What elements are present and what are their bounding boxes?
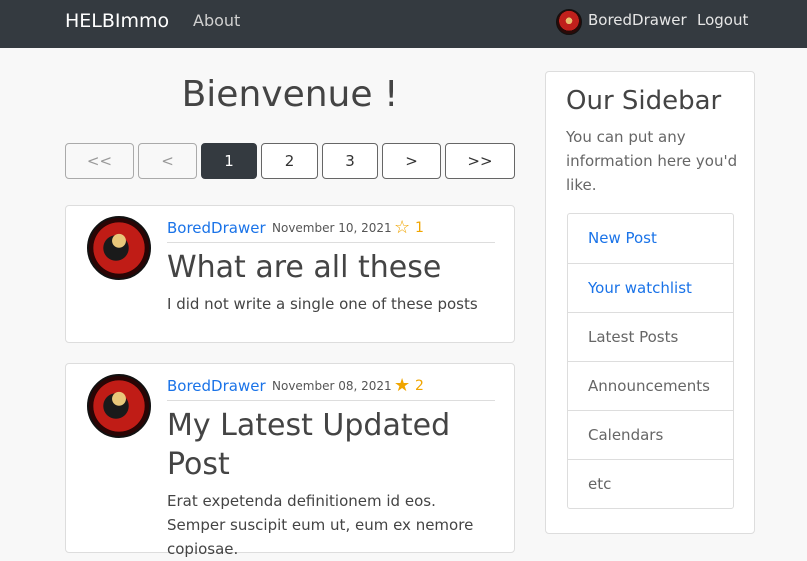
top-navbar: HELBImmo About BoredDrawer Logout (0, 0, 807, 48)
post-date: November 08, 2021 (272, 379, 392, 393)
sidebar-item-calendars: Calendars (568, 410, 733, 459)
post-card: BoredDrawer November 10, 2021 ☆ 1 What a… (65, 205, 515, 343)
prev-page-button[interactable]: < (138, 143, 197, 179)
sidebar: Our Sidebar You can put any information … (545, 71, 755, 534)
sidebar-text: You can put any information here you'd l… (566, 128, 738, 194)
username-link[interactable]: BoredDrawer (588, 11, 687, 29)
post-title[interactable]: My Latest Updated Post (167, 406, 497, 484)
sidebar-item-announcements: Announcements (568, 361, 733, 410)
author-avatar (87, 216, 151, 280)
page-title: Bienvenue ! (181, 74, 399, 115)
last-page-button[interactable]: >> (445, 143, 515, 179)
sidebar-item-new-post[interactable]: New Post (568, 214, 733, 263)
post-meta: BoredDrawer November 08, 2021 ★ 2 (167, 375, 495, 401)
sidebar-list: New Post Your watchlist Latest Posts Ann… (567, 213, 734, 509)
brand-link[interactable]: HELBImmo (65, 10, 169, 32)
first-page-button[interactable]: << (65, 143, 134, 179)
next-page-button[interactable]: > (382, 143, 441, 179)
post-rating: 2 (415, 378, 424, 394)
post-rating: 1 (415, 220, 424, 236)
sidebar-title: Our Sidebar (566, 86, 722, 116)
sidebar-item-etc: etc (568, 459, 733, 508)
logout-link[interactable]: Logout (697, 11, 748, 29)
post-author-link[interactable]: BoredDrawer (167, 219, 266, 237)
post-author-link[interactable]: BoredDrawer (167, 377, 266, 395)
sidebar-item-watchlist[interactable]: Your watchlist (568, 263, 733, 312)
about-link[interactable]: About (193, 11, 240, 30)
post-title[interactable]: What are all these (167, 248, 497, 287)
star-outline-icon[interactable]: ☆ (394, 217, 410, 238)
post-body: I did not write a single one of these po… (167, 295, 478, 313)
star-filled-icon[interactable]: ★ (394, 375, 410, 396)
author-avatar (87, 374, 151, 438)
post-meta: BoredDrawer November 10, 2021 ☆ 1 (167, 217, 495, 243)
post-card: BoredDrawer November 08, 2021 ★ 2 My Lat… (65, 363, 515, 558)
post-body: Erat expetenda definitionem id eos. Semp… (167, 492, 474, 558)
user-avatar (556, 9, 582, 35)
sidebar-item-latest-posts: Latest Posts (568, 312, 733, 361)
page-button-3[interactable]: 3 (322, 143, 378, 179)
page-button-2[interactable]: 2 (261, 143, 318, 179)
post-date: November 10, 2021 (272, 221, 392, 235)
page-button-1[interactable]: 1 (201, 143, 257, 179)
